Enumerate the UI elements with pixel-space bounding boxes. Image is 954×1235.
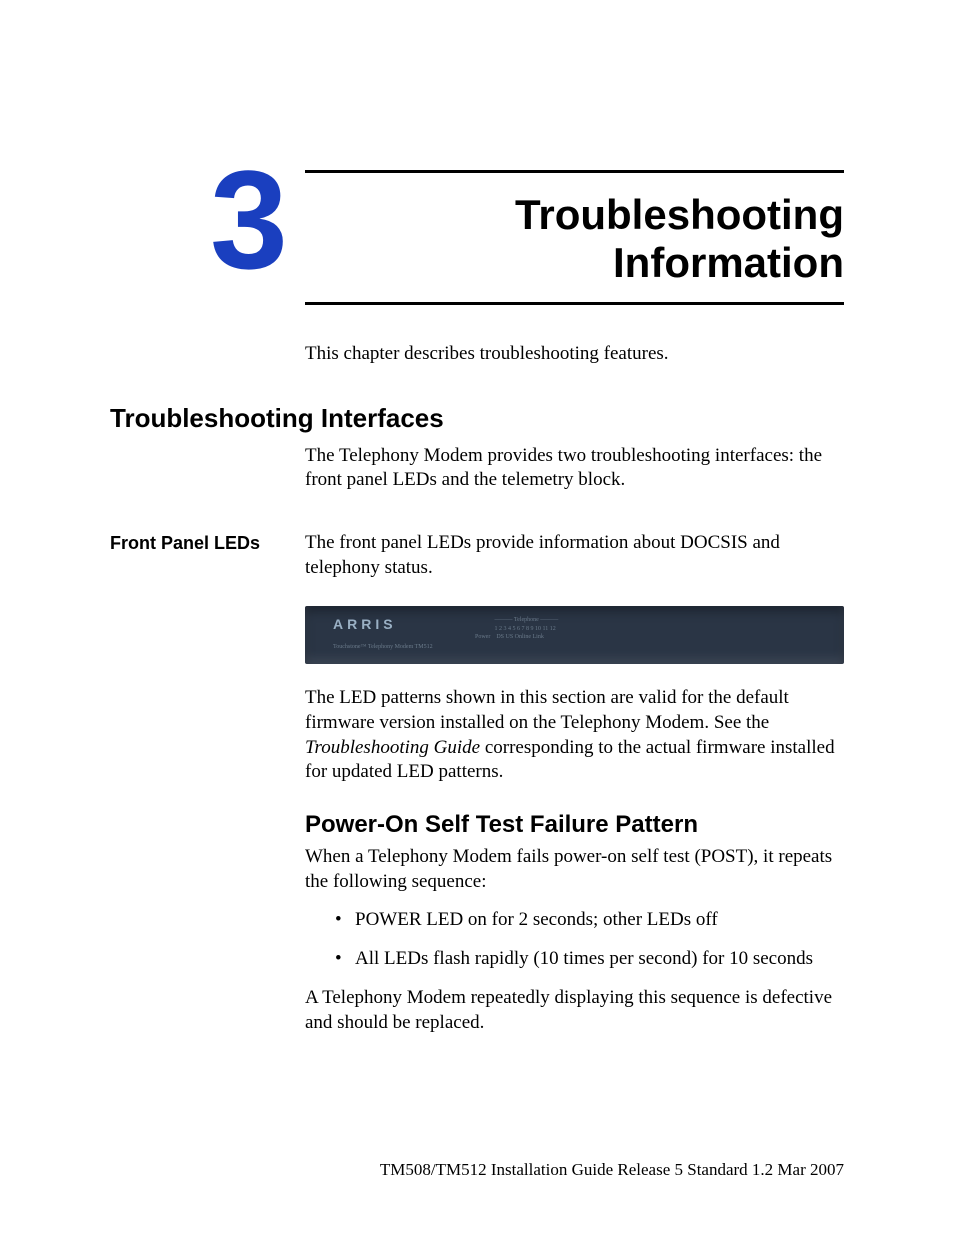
page-content: 3 Troubleshooting Information This chapt… [0,0,954,1235]
chapter-number: 3 [210,150,288,290]
subsection-body: The front panel LEDs provide information… [305,531,844,594]
chapter-header: 3 Troubleshooting Information [110,170,844,305]
para2-italic: Troubleshooting Guide [305,737,480,758]
post-intro: When a Telephony Modem fails power-on se… [305,845,844,894]
chapter-title-line1: Troubleshooting [305,191,844,239]
subsection-led-patterns: The LED patterns shown in this section a… [110,686,844,799]
subsection-label-empty [110,686,305,799]
sub-heading-post-failure: Power-On Self Test Failure Pattern [305,811,844,839]
subsection-intro: The front panel LEDs provide information… [305,531,844,580]
section-heading-interfaces: Troubleshooting Interfaces [110,403,844,434]
modem-front-panel-image: ARRIS Touchstone™ Telephony Modem TM512 … [305,606,844,664]
subsection-front-panel-leds: Front Panel LEDs The front panel LEDs pr… [110,531,844,594]
subsection-label: Front Panel LEDs [110,531,305,594]
sub-body-post-failure: When a Telephony Modem fails power-on se… [305,845,844,1035]
modem-led-indicators: ——— Telephone ——— 1 2 3 4 5 6 7 8 9 10 1… [475,616,558,641]
modem-model-label: Touchstone™ Telephony Modem TM512 [333,644,433,650]
chapter-intro: This chapter describes troubleshooting f… [305,343,844,365]
section-body-interfaces: The Telephony Modem provides two trouble… [305,444,844,493]
page-footer: TM508/TM512 Installation Guide Release 5… [380,1160,844,1180]
led-pattern-paragraph: The LED patterns shown in this section a… [305,686,844,785]
chapter-title-line2: Information [305,239,844,287]
subsection-body-patterns: The LED patterns shown in this section a… [305,686,844,799]
list-item: All LEDs flash rapidly (10 times per sec… [335,947,844,972]
chapter-title-block: Troubleshooting Information [305,170,844,305]
post-outro: A Telephony Modem repeatedly displaying … [305,986,844,1035]
post-bullet-list: POWER LED on for 2 seconds; other LEDs o… [335,908,844,971]
modem-brand-label: ARRIS [333,616,397,632]
para2-part1: The LED patterns shown in this section a… [305,687,789,733]
list-item: POWER LED on for 2 seconds; other LEDs o… [335,908,844,933]
